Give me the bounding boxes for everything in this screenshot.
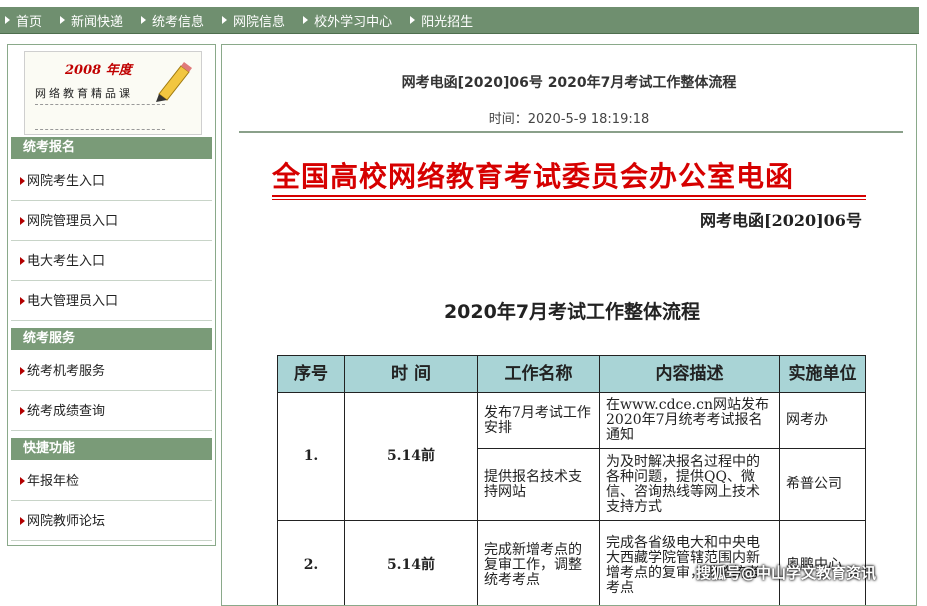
cell-seq: 1. bbox=[278, 393, 345, 521]
nav-home[interactable]: 首页 bbox=[0, 11, 42, 30]
sidebar-item-label: 统考成绩查询 bbox=[27, 404, 105, 419]
arrow-icon bbox=[222, 16, 227, 24]
arrow-icon bbox=[303, 16, 308, 24]
document-number: 网考电函[2020]06号 bbox=[700, 207, 862, 231]
cell-desc: 在www.cdce.cn网站发布2020年7月统考考试报名通知 bbox=[600, 393, 780, 449]
sidebar-item-admin-login[interactable]: 网院管理员入口 bbox=[11, 203, 212, 241]
nav-label: 首页 bbox=[16, 11, 42, 30]
arrow-icon bbox=[20, 177, 25, 185]
sidebar-item-tvu-student-login[interactable]: 电大考生入口 bbox=[11, 243, 212, 281]
nav-label: 新闻快递 bbox=[71, 11, 123, 30]
section-exam-services: 统考服务 bbox=[11, 328, 212, 350]
nav-label: 校外学习中心 bbox=[314, 11, 392, 30]
sidebar-item-label: 年报年检 bbox=[27, 474, 79, 489]
red-rule-thin bbox=[272, 199, 866, 200]
sidebar-item-label: 网院教师论坛 bbox=[27, 514, 105, 529]
nav-news[interactable]: 新闻快递 bbox=[56, 11, 123, 30]
watermark: 搜狐号@中山学文教育资讯 bbox=[696, 562, 876, 583]
nav-exam-info[interactable]: 统考信息 bbox=[137, 11, 204, 30]
banner-year: 2008 年度 bbox=[65, 59, 132, 78]
nav-admission[interactable]: 阳光招生 bbox=[406, 11, 473, 30]
banner-text: 网络教育精品课 bbox=[35, 85, 133, 101]
article-time: 时间：2020-5-9 18:19:18 bbox=[222, 108, 916, 127]
sidebar-item-computer-exam[interactable]: 统考机考服务 bbox=[11, 353, 212, 391]
arrow-icon bbox=[20, 367, 25, 375]
column-header: 序号 bbox=[278, 356, 345, 393]
cell-time: 5.14前 bbox=[345, 521, 478, 606]
pencil-icon bbox=[151, 58, 195, 102]
sidebar-item-label: 电大管理员入口 bbox=[27, 294, 118, 309]
arrow-icon bbox=[60, 16, 65, 24]
sidebar-item-score-query[interactable]: 统考成绩查询 bbox=[11, 393, 212, 431]
arrow-icon bbox=[20, 217, 25, 225]
sidebar-item-label: 电大考生入口 bbox=[27, 254, 105, 269]
cell-name: 发布7月考试工作安排 bbox=[478, 393, 600, 449]
sidebar-item-label: 网院管理员入口 bbox=[27, 214, 118, 229]
arrow-icon bbox=[5, 16, 10, 24]
cell-name: 提供报名技术支持网站 bbox=[478, 449, 600, 521]
cell-unit: 网考办 bbox=[780, 393, 866, 449]
column-header: 实施单位 bbox=[780, 356, 866, 393]
banner-lines bbox=[35, 104, 165, 130]
nav-learning-center[interactable]: 校外学习中心 bbox=[299, 11, 392, 30]
flow-title: 2020年7月考试工作整体流程 bbox=[222, 297, 917, 324]
top-navigation: 首页 新闻快递 统考信息 网院信息 校外学习中心 阳光招生 bbox=[0, 7, 919, 34]
table-row: 1. 5.14前 发布7月考试工作安排 在www.cdce.cn网站发布2020… bbox=[278, 393, 866, 449]
article-title: 网考电函[2020]06号 2020年7月考试工作整体流程 bbox=[222, 72, 916, 92]
sidebar-item-teacher-forum[interactable]: 网院教师论坛 bbox=[11, 503, 212, 541]
arrow-icon bbox=[20, 407, 25, 415]
table-header-row: 序号 时 间 工作名称 内容描述 实施单位 bbox=[278, 356, 866, 393]
cell-desc: 为及时解决报名过程中的各种问题，提供QQ、微信、咨询热线等网上技术支持方式 bbox=[600, 449, 780, 521]
sidebar-item-student-login[interactable]: 网院考生入口 bbox=[11, 163, 212, 201]
nav-college-info[interactable]: 网院信息 bbox=[218, 11, 285, 30]
cell-seq: 2. bbox=[278, 521, 345, 606]
course-banner[interactable]: 2008 年度 网络教育精品课 bbox=[24, 51, 202, 135]
arrow-icon bbox=[141, 16, 146, 24]
divider bbox=[239, 131, 903, 133]
sidebar-item-tvu-admin-login[interactable]: 电大管理员入口 bbox=[11, 283, 212, 321]
cell-name: 完成新增考点的复审工作，调整统考考点 bbox=[478, 521, 600, 606]
cell-unit: 希普公司 bbox=[780, 449, 866, 521]
red-letterhead: 全国高校网络教育考试委员会办公室电函 bbox=[272, 155, 794, 195]
arrow-icon bbox=[20, 257, 25, 265]
red-rule bbox=[272, 195, 866, 197]
column-header: 内容描述 bbox=[600, 356, 780, 393]
nav-label: 网院信息 bbox=[233, 11, 285, 30]
arrow-icon bbox=[20, 477, 25, 485]
cell-time: 5.14前 bbox=[345, 393, 478, 521]
section-exam-registration: 统考报名 bbox=[11, 137, 212, 159]
nav-label: 阳光招生 bbox=[421, 11, 473, 30]
sidebar-item-label: 网院考生入口 bbox=[27, 174, 105, 189]
section-quick-functions: 快捷功能 bbox=[11, 438, 212, 460]
column-header: 工作名称 bbox=[478, 356, 600, 393]
arrow-icon bbox=[20, 517, 25, 525]
nav-label: 统考信息 bbox=[152, 11, 204, 30]
arrow-icon bbox=[410, 16, 415, 24]
sidebar: 2008 年度 网络教育精品课 统考报名 网院考生入口 网院管理员入口 电大考生… bbox=[7, 44, 216, 546]
arrow-icon bbox=[20, 297, 25, 305]
sidebar-item-label: 统考机考服务 bbox=[27, 364, 105, 379]
column-header: 时 间 bbox=[345, 356, 478, 393]
sidebar-item-annual-check[interactable]: 年报年检 bbox=[11, 463, 212, 501]
article-panel: 网考电函[2020]06号 2020年7月考试工作整体流程 时间：2020-5-… bbox=[221, 44, 917, 606]
